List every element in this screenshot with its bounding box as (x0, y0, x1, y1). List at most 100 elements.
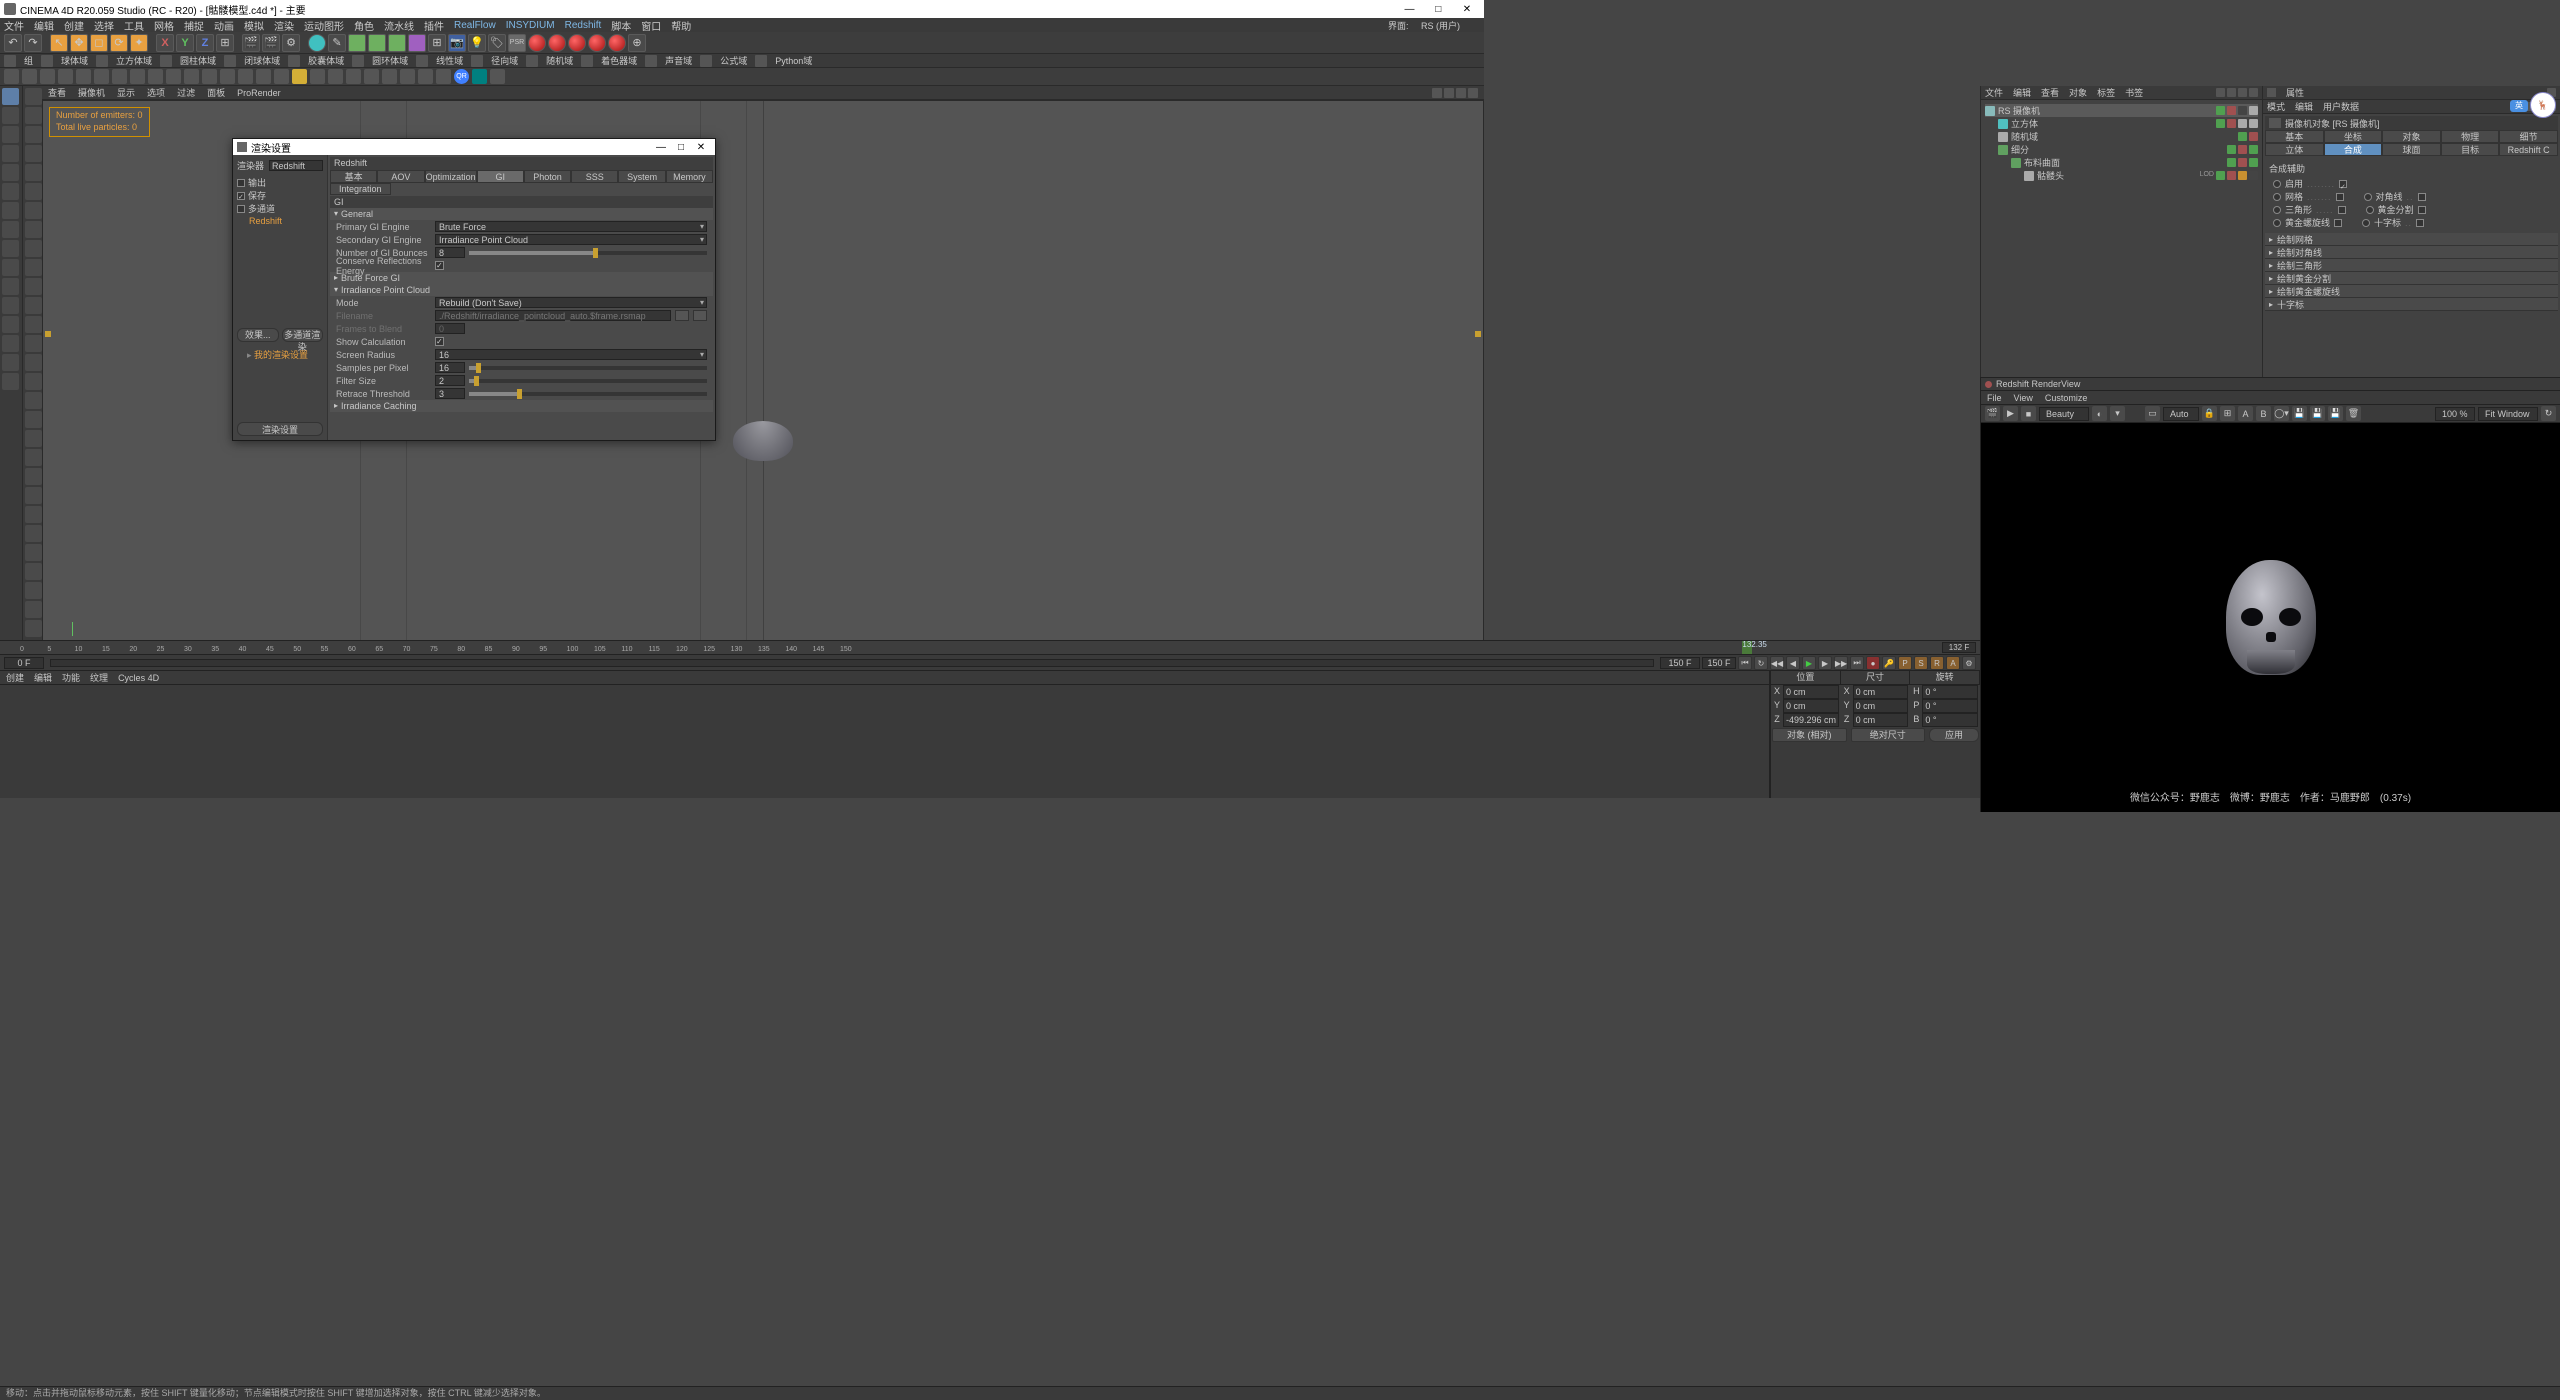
pos-y[interactable]: 0 cm (1783, 699, 1839, 713)
lt2-4[interactable] (25, 145, 42, 162)
mat-menu-func[interactable]: 功能 (62, 671, 80, 684)
mode-13[interactable] (2, 316, 19, 333)
field-formula[interactable]: 公式域 (714, 53, 753, 68)
end-frame-2[interactable]: 150 F (1702, 657, 1736, 669)
om-menu-tags[interactable]: 标签 (2097, 86, 2115, 99)
mat-menu-edit[interactable]: 编辑 (34, 671, 52, 684)
sb-output[interactable]: 输出 (248, 176, 266, 189)
t2-18[interactable] (310, 69, 325, 84)
dialog-maximize[interactable]: □ (671, 142, 691, 153)
attr-tab-basic[interactable]: 基本 (2265, 130, 2324, 143)
om-menu-object[interactable]: 对象 (2069, 86, 2087, 99)
primary-engine-combo[interactable]: Brute Force (435, 221, 707, 232)
size-y[interactable]: 0 cm (1853, 699, 1909, 713)
attr-tab-physical[interactable]: 物理 (2441, 130, 2500, 143)
lt2-27[interactable] (25, 582, 42, 599)
t2-22[interactable] (382, 69, 397, 84)
multipass-check[interactable] (237, 205, 245, 213)
vp-menu-panel[interactable]: 面板 (207, 86, 225, 99)
t2-27[interactable] (490, 69, 505, 84)
lt2-12[interactable] (25, 297, 42, 314)
rv-save-c[interactable]: 💾 (2328, 406, 2343, 421)
goto-end[interactable]: ⏭ (1850, 656, 1864, 670)
lt2-26[interactable] (25, 563, 42, 580)
tab-basic[interactable]: 基本 (330, 170, 377, 183)
t2-14[interactable] (238, 69, 253, 84)
menu-mesh[interactable]: 网格 (154, 18, 174, 33)
vp-menu-prorender[interactable]: ProRender (237, 88, 281, 98)
step-fwd[interactable]: ▶▶ (1834, 656, 1848, 670)
menu-snap[interactable]: 捕捉 (184, 18, 204, 33)
attr-menu-mode[interactable]: 模式 (2267, 100, 2285, 113)
rv-save-b[interactable]: 💾 (2310, 406, 2325, 421)
t2-20[interactable] (346, 69, 361, 84)
t2-17[interactable] (292, 69, 307, 84)
mode-5[interactable] (2, 164, 19, 181)
attr-tab-detail[interactable]: 细节 (2499, 130, 2558, 143)
lt2-22[interactable] (25, 487, 42, 504)
filter-size-input[interactable]: 2 (435, 375, 465, 386)
dialog-titlebar[interactable]: 渲染设置 — □ ✕ (233, 139, 715, 155)
tab-integration[interactable]: Integration (330, 183, 391, 195)
add-deformer[interactable] (408, 34, 426, 52)
field-torus[interactable]: 圆环体域 (366, 53, 414, 68)
gi-bounces-input[interactable]: 8 (435, 247, 465, 258)
om-eye-icon[interactable] (2238, 88, 2247, 97)
tab-aov[interactable]: AOV (377, 170, 424, 183)
field-sphere[interactable]: 球体域 (55, 53, 94, 68)
tab-system[interactable]: System (618, 170, 665, 183)
select-tool[interactable]: ↖ (50, 34, 68, 52)
timeline-ruler[interactable]: 132.35 132 F 051015202530354045505560657… (0, 641, 1980, 655)
rs-3[interactable] (568, 34, 586, 52)
field-icon-10[interactable] (526, 55, 538, 67)
field-sphere-closed[interactable]: 闭球体域 (238, 53, 286, 68)
lt2-19[interactable] (25, 430, 42, 447)
rv-channel-icon[interactable]: ▾ (2110, 406, 2125, 421)
menu-edit[interactable]: 编辑 (34, 18, 54, 33)
t2-23[interactable] (400, 69, 415, 84)
rv-fit-combo[interactable]: Fit Window (2478, 407, 2538, 421)
lt2-14[interactable] (25, 335, 42, 352)
menu-select[interactable]: 选择 (94, 18, 114, 33)
menu-plugins[interactable]: 插件 (424, 18, 444, 33)
timeline-range-slider[interactable] (50, 659, 1654, 667)
coord-apply-button[interactable]: 应用 (1929, 728, 1979, 742)
field-linear[interactable]: 线性域 (430, 53, 469, 68)
record-button[interactable]: ● (1866, 656, 1880, 670)
lt2-7[interactable] (25, 202, 42, 219)
mode-3[interactable] (2, 126, 19, 143)
mode-6[interactable] (2, 183, 19, 200)
field-icon-3[interactable] (96, 55, 108, 67)
mat-menu-texture[interactable]: 纹理 (90, 671, 108, 684)
screen-radius-combo[interactable]: 16 (435, 349, 707, 360)
rs-6[interactable]: ⊕ (628, 34, 646, 52)
effects-button[interactable]: 效果... (237, 328, 279, 342)
menu-file[interactable]: 文件 (4, 18, 24, 33)
t2-3[interactable] (40, 69, 55, 84)
field-icon-12[interactable] (645, 55, 657, 67)
lt2-2[interactable] (25, 107, 42, 124)
gi-bounces-slider[interactable] (469, 251, 707, 255)
field-icon-1[interactable] (4, 55, 16, 67)
attr-menu-edit[interactable]: 编辑 (2295, 100, 2313, 113)
add-array[interactable] (388, 34, 406, 52)
lt2-18[interactable] (25, 411, 42, 428)
lt2-9[interactable] (25, 240, 42, 257)
menu-sim[interactable]: 模拟 (244, 18, 264, 33)
lt2-1[interactable] (25, 88, 42, 105)
rs-1[interactable] (528, 34, 546, 52)
attr-tab-object[interactable]: 对象 (2382, 130, 2441, 143)
field-icon-11[interactable] (581, 55, 593, 67)
size-z[interactable]: 0 cm (1853, 713, 1909, 727)
render-picture[interactable]: 🎬 (262, 34, 280, 52)
scale-tool[interactable]: ◻ (90, 34, 108, 52)
render-view[interactable]: 🎬 (242, 34, 260, 52)
ime-badge[interactable]: 英 (2510, 100, 2528, 112)
add-environment[interactable]: ⊞ (428, 34, 446, 52)
mode-model[interactable] (2, 88, 19, 105)
field-icon-5[interactable] (224, 55, 236, 67)
obj-subdiv[interactable]: 细分 (1985, 143, 2258, 156)
field-icon-4[interactable] (160, 55, 172, 67)
render-settings[interactable]: ⚙ (282, 34, 300, 52)
rv-lock-icon[interactable]: 🔒 (2202, 406, 2217, 421)
